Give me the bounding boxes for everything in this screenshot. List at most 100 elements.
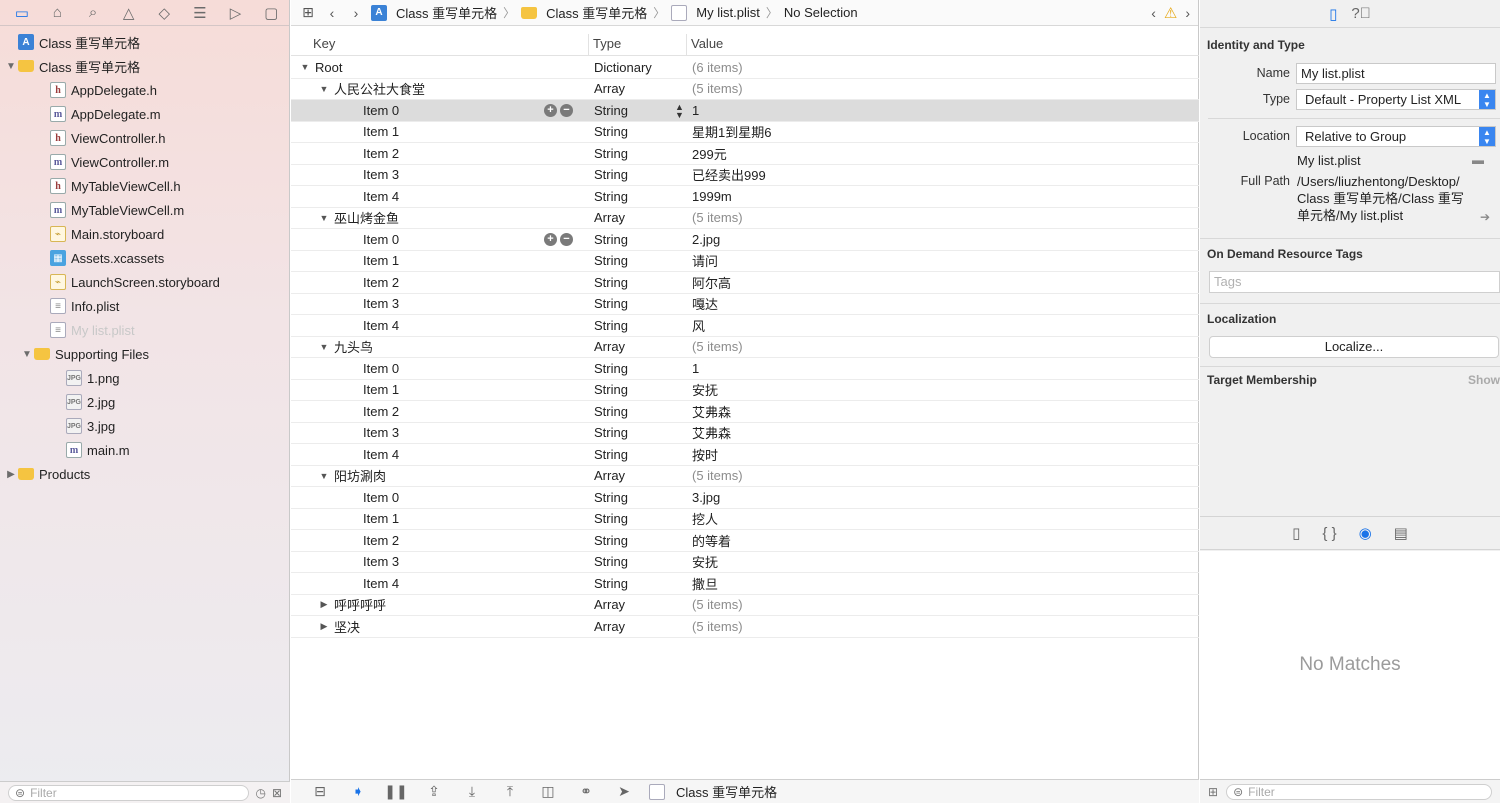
- view-debugger-icon[interactable]: ◫: [529, 783, 567, 800]
- navigator-item[interactable]: JPG 2.jpg: [0, 390, 290, 414]
- disclosure-closed-icon[interactable]: ▶: [318, 621, 330, 632]
- disclosure-open-icon[interactable]: ▼: [4, 61, 18, 72]
- warning-icon[interactable]: △: [111, 1, 147, 25]
- navigator-item[interactable]: m ViewController.m: [0, 150, 290, 174]
- plist-key-cell[interactable]: Item 4: [291, 186, 589, 207]
- next-issue-chevron-icon[interactable]: ›: [1185, 5, 1190, 21]
- plist-row[interactable]: Item 3 String 艾弗森: [291, 423, 1199, 444]
- type-stepper-icon[interactable]: ▲ ▼: [675, 103, 684, 120]
- plist-row[interactable]: Item 0 String 1: [291, 358, 1199, 380]
- plist-row[interactable]: Item 3 String 安抚: [291, 552, 1199, 573]
- test-icon[interactable]: ◇: [147, 1, 183, 25]
- column-header-key[interactable]: Key: [291, 34, 589, 55]
- breakpoints-toggle-icon[interactable]: ➧: [339, 783, 377, 800]
- plist-key-cell[interactable]: ▼ 九头鸟: [291, 337, 589, 358]
- plist-row[interactable]: Item 0 String 3.jpg: [291, 487, 1199, 509]
- navigator-item[interactable]: JPG 1.png: [0, 366, 290, 390]
- plist-key-cell[interactable]: Item 0 + −: [291, 229, 589, 250]
- column-header-value[interactable]: Value: [687, 34, 1199, 55]
- navigator-item[interactable]: h AppDelegate.h: [0, 78, 290, 102]
- plist-value-cell[interactable]: 1: [687, 361, 1199, 376]
- plist-row[interactable]: Item 3 String 嘎达: [291, 294, 1199, 315]
- forward-chevron-icon[interactable]: ›: [347, 5, 365, 21]
- plist-row[interactable]: ▼ 阳坊涮肉 Array (5 items): [291, 466, 1199, 487]
- simulate-location-icon[interactable]: ➤: [605, 783, 643, 800]
- plist-type-cell[interactable]: String: [589, 318, 687, 333]
- pause-icon[interactable]: ❚❚: [377, 783, 415, 800]
- plist-value-cell[interactable]: 安抚: [687, 552, 1199, 571]
- plist-type-cell[interactable]: Array: [589, 339, 687, 354]
- target-process[interactable]: Class 重写单元格: [649, 782, 777, 801]
- choose-folder-icon[interactable]: ▬: [1472, 153, 1484, 167]
- plist-type-cell[interactable]: String: [589, 146, 687, 161]
- plist-key-cell[interactable]: Item 1: [291, 509, 589, 530]
- navigator-item[interactable]: ▼ Class 重写单元格: [0, 54, 290, 78]
- navigator-item[interactable]: m MyTableViewCell.m: [0, 198, 290, 222]
- library-filter-field[interactable]: ⊜ Filter: [1226, 783, 1492, 800]
- navigator-item[interactable]: ≡ Info.plist: [0, 294, 290, 318]
- plist-row[interactable]: Item 2 String 299元: [291, 143, 1199, 165]
- plist-value-cell[interactable]: 星期1到星期6: [687, 122, 1199, 141]
- plist-type-cell[interactable]: String: [589, 576, 687, 591]
- plist-type-cell[interactable]: String: [589, 124, 687, 139]
- search-icon[interactable]: ⌕: [75, 1, 111, 25]
- plist-key-cell[interactable]: Item 1: [291, 380, 589, 401]
- plist-row[interactable]: ▼ 九头鸟 Array (5 items): [291, 337, 1199, 358]
- plist-type-cell[interactable]: String: [589, 189, 687, 204]
- plist-value-cell[interactable]: (5 items): [687, 81, 1199, 96]
- plist-key-cell[interactable]: Item 1: [291, 251, 589, 272]
- plist-value-cell[interactable]: 1: [687, 103, 1199, 118]
- plist-value-cell[interactable]: 3.jpg: [687, 490, 1199, 505]
- media-library-icon[interactable]: ▤: [1394, 524, 1408, 542]
- disclosure-open-icon[interactable]: ▼: [318, 342, 330, 352]
- navigator-item[interactable]: m AppDelegate.m: [0, 102, 290, 126]
- plist-row[interactable]: Item 2 String 的等着: [291, 530, 1199, 552]
- tags-field[interactable]: Tags: [1209, 271, 1500, 293]
- plist-type-cell[interactable]: String: [589, 533, 687, 548]
- breadcrumb-project[interactable]: A Class 重写单元格: [371, 3, 497, 22]
- location-select[interactable]: Relative to Group ▲ ▼: [1296, 125, 1496, 147]
- remove-item-icon[interactable]: −: [560, 233, 573, 246]
- warning-icon[interactable]: ⚠: [1164, 4, 1177, 22]
- plist-value-cell[interactable]: 艾弗森: [687, 402, 1199, 421]
- plist-type-cell[interactable]: String: [589, 253, 687, 268]
- navigator-item[interactable]: h ViewController.h: [0, 126, 290, 150]
- plist-key-cell[interactable]: Item 4: [291, 315, 589, 336]
- plist-value-cell[interactable]: 已经卖出999: [687, 165, 1199, 184]
- plist-key-cell[interactable]: Item 2: [291, 272, 589, 293]
- disclosure-open-icon[interactable]: ▼: [318, 213, 330, 223]
- plist-type-cell[interactable]: String: [589, 404, 687, 419]
- plist-row[interactable]: Item 3 String 已经卖出999: [291, 165, 1199, 186]
- plist-row[interactable]: ▼ Root Dictionary (6 items): [291, 57, 1199, 79]
- disclosure-open-icon[interactable]: ▼: [20, 349, 34, 360]
- plist-key-cell[interactable]: Item 2: [291, 143, 589, 164]
- plist-row[interactable]: Item 4 String 1999m: [291, 186, 1199, 208]
- plist-value-cell[interactable]: 风: [687, 316, 1199, 335]
- folder-icon[interactable]: ▭: [4, 1, 40, 25]
- plist-key-cell[interactable]: Item 4: [291, 573, 589, 594]
- plist-key-cell[interactable]: Item 2: [291, 530, 589, 551]
- plist-value-cell[interactable]: 299元: [687, 144, 1199, 163]
- disclosure-open-icon[interactable]: ▼: [299, 62, 311, 72]
- plist-value-cell[interactable]: 安抚: [687, 380, 1199, 399]
- plist-type-cell[interactable]: String: [589, 361, 687, 376]
- plist-value-cell[interactable]: 的等着: [687, 531, 1199, 550]
- back-chevron-icon[interactable]: ‹: [323, 5, 341, 21]
- plist-key-cell[interactable]: Item 1: [291, 122, 589, 143]
- reveal-in-finder-icon[interactable]: ➔: [1480, 210, 1490, 224]
- breadcrumb-file[interactable]: My list.plist: [671, 4, 760, 21]
- plist-row[interactable]: Item 1 String 安抚: [291, 380, 1199, 401]
- remove-item-icon[interactable]: −: [560, 104, 573, 117]
- step-out-icon[interactable]: ⤒: [491, 783, 529, 800]
- plist-type-cell[interactable]: String: [589, 275, 687, 290]
- file-template-icon[interactable]: ▯: [1292, 524, 1300, 542]
- navigator-item[interactable]: A Class 重写单元格: [0, 30, 290, 54]
- plist-key-cell[interactable]: ▼ 巫山烤金鱼: [291, 208, 589, 229]
- navigator-item[interactable]: ▶ Products: [0, 462, 290, 486]
- plist-key-cell[interactable]: Item 3: [291, 165, 589, 186]
- disclosure-closed-icon[interactable]: ▶: [318, 599, 330, 610]
- type-select[interactable]: Default - Property List XML ▲ ▼: [1296, 88, 1496, 110]
- navigator-item[interactable]: ≡ My list.plist: [0, 318, 290, 342]
- plist-key-cell[interactable]: Item 3: [291, 423, 589, 444]
- plist-type-cell[interactable]: String: [589, 425, 687, 440]
